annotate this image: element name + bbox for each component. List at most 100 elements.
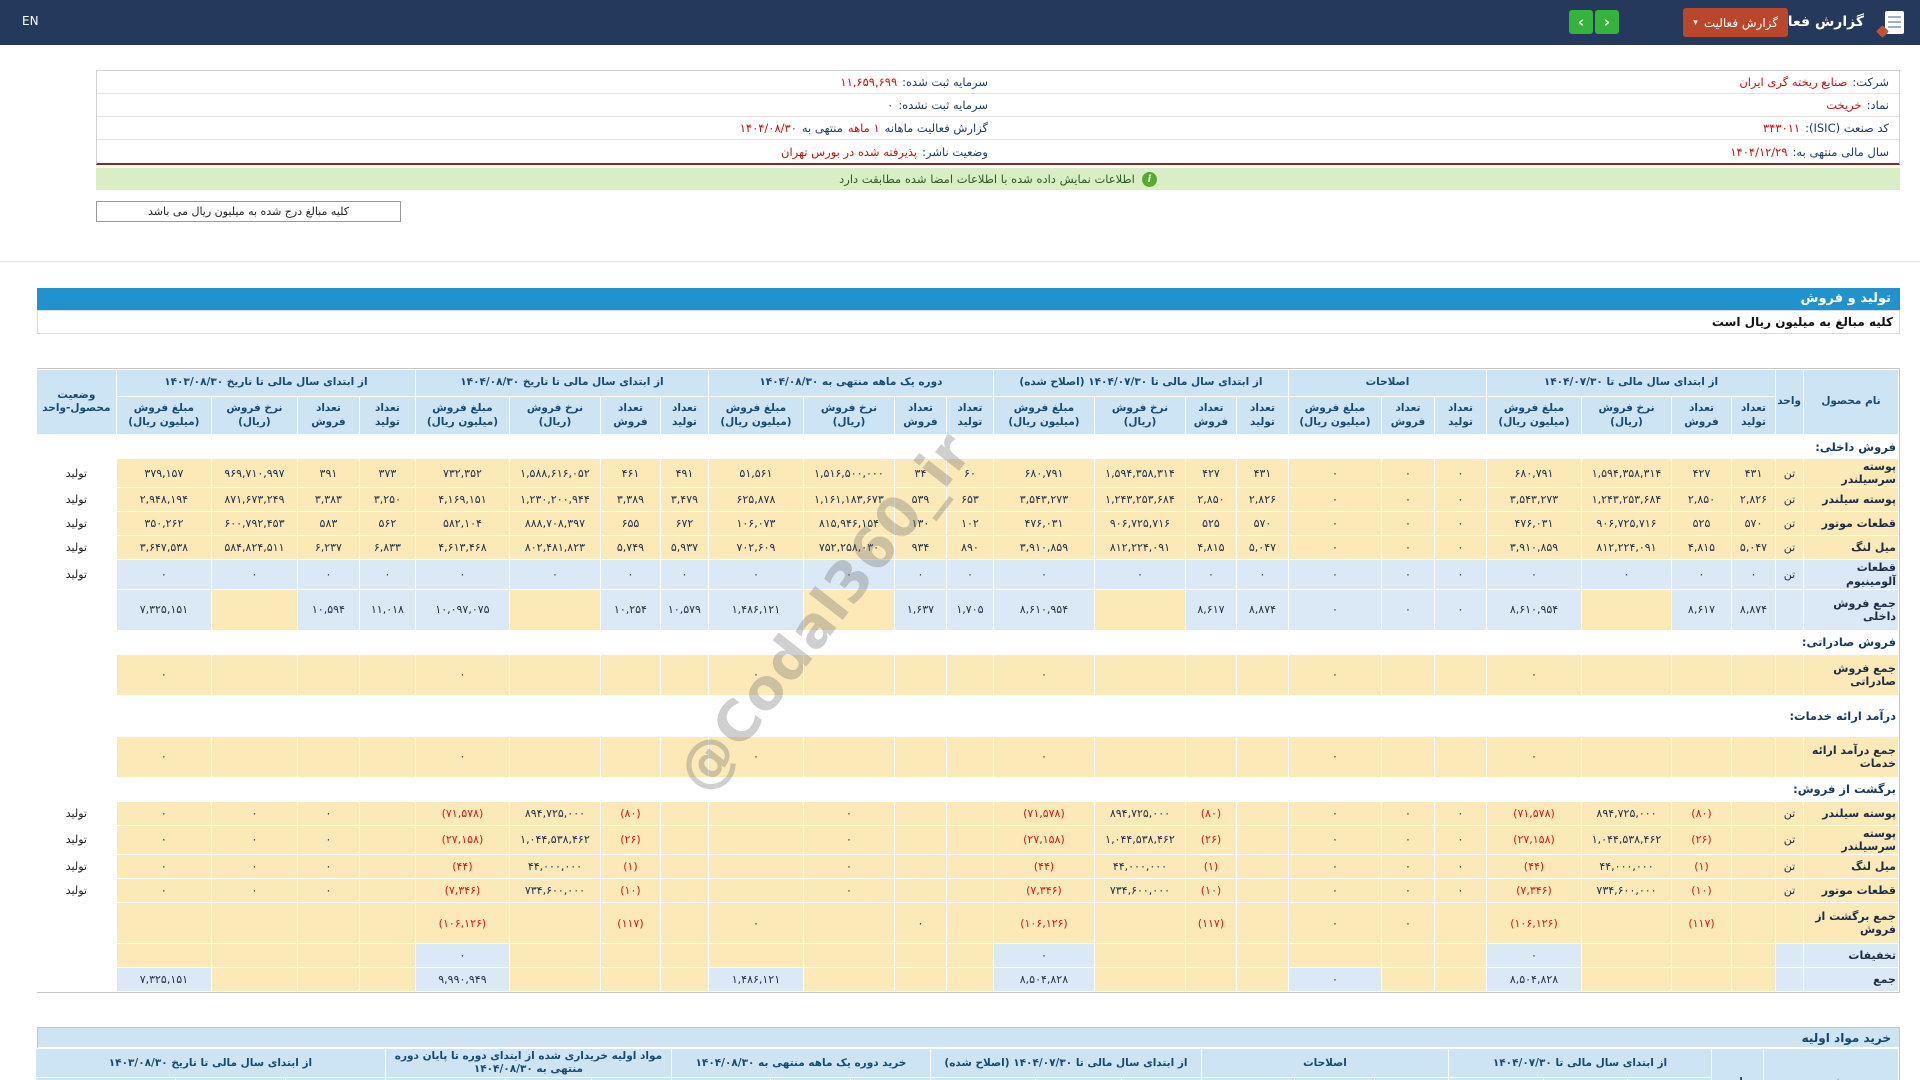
value-cell xyxy=(1582,944,1672,968)
value-cell xyxy=(1732,968,1776,992)
value-cell: ۰ xyxy=(1672,560,1732,589)
value-cell xyxy=(946,736,993,777)
status-cell: تولید xyxy=(36,488,116,512)
section-label: فروش داخلی: xyxy=(36,435,1898,459)
value-cell xyxy=(1236,736,1288,777)
info-row: گزارش فعالیت ماهانه۱ ماههمنتهی به۱۴۰۴/۰۸… xyxy=(97,117,998,140)
value-cell: ۵۸۲,۱۰۴ xyxy=(415,512,509,536)
value-cell: ۵۷۰ xyxy=(1236,512,1288,536)
raw-materials-table: شرحواحداز ابتدای سال مالی تا ۱۴۰۴/۰۷/۳۰ا… xyxy=(35,1048,1899,1080)
value-cell xyxy=(1582,968,1672,992)
value-cell: ۰ xyxy=(116,560,211,589)
value-cell xyxy=(116,944,211,968)
value-cell xyxy=(946,944,993,968)
value-cell: ۸,۸۷۴ xyxy=(1732,589,1776,630)
value-cell xyxy=(660,654,708,695)
value-cell xyxy=(1732,879,1776,903)
value-cell: (۲۷,۱۵۸) xyxy=(415,825,509,854)
value-cell xyxy=(359,801,415,825)
unit-cell xyxy=(1776,944,1804,968)
value-cell: ۴۲۷ xyxy=(1185,459,1236,488)
value-cell: (۱۰۶,۱۲۶) xyxy=(415,903,509,944)
product-name-cell: قطعات موتور xyxy=(1804,879,1899,903)
table-row: قطعات موتورتن(۱۰)۷۳۴,۶۰۰,۰۰۰(۷,۳۴۶)۰۰۰(۱… xyxy=(36,879,1898,903)
table-row: میل لنگتن۵,۰۴۷۴,۸۱۵۸۱۲,۲۲۴,۰۹۱۳,۹۱۰,۸۵۹۰… xyxy=(36,536,1898,560)
column-header: نرخ فروش (ریال) xyxy=(1094,397,1185,435)
unit-cell xyxy=(1776,968,1804,992)
language-toggle[interactable]: EN xyxy=(22,14,39,28)
value-cell: ۰ xyxy=(708,903,803,944)
value-cell: ۶۸۰,۷۹۱ xyxy=(1486,459,1581,488)
column-group-header: مواد اولیه خریداری شده از ابتدای دوره تا… xyxy=(385,1049,671,1078)
info-label: سرمایه ثبت نشده: xyxy=(898,98,988,112)
info-row: شرکت: صنایع ریخته گری ایران xyxy=(998,71,1899,94)
info-value: صنایع ریخته گری ایران xyxy=(1739,75,1847,89)
info-row: سرمایه ثبت شده:۱۱,۶۵۹,۶۹۹ xyxy=(97,71,998,94)
value-cell: ۰ xyxy=(1381,855,1434,879)
value-cell: ۰ xyxy=(1288,801,1381,825)
value-cell: ۰ xyxy=(600,560,660,589)
next-report-button[interactable]: › xyxy=(1595,10,1619,34)
value-cell xyxy=(297,654,359,695)
table-row: پوسته سرسیلندرتن۴۳۱۴۲۷۱,۵۹۴,۳۵۸,۳۱۴۶۸۰,۷… xyxy=(36,459,1898,488)
value-cell: ۰ xyxy=(1185,560,1236,589)
info-icon: i xyxy=(1142,172,1157,187)
value-cell: ۴۳۱ xyxy=(1236,459,1288,488)
value-cell: ۴,۸۱۵ xyxy=(1185,536,1236,560)
value-cell: ۲,۹۴۸,۱۹۴ xyxy=(116,488,211,512)
purchases-table-wrap: خرید مواد اولیه شرحواحداز ابتدای سال مال… xyxy=(37,1027,1900,1080)
info-col-left: سرمایه ثبت شده:۱۱,۶۵۹,۶۹۹ سرمایه ثبت نشده… xyxy=(97,71,998,163)
column-group-header: از ابتدای سال مالی تا تاریخ ۱۴۰۳/۰۸/۳۰ xyxy=(35,1049,385,1078)
value-cell: ۰ xyxy=(1381,459,1434,488)
value-cell: ۱۰,۲۵۴ xyxy=(600,589,660,630)
value-cell xyxy=(297,903,359,944)
value-cell: ۰ xyxy=(297,879,359,903)
unit-cell: تن xyxy=(1776,512,1804,536)
table-row: پوسته سرسیلندرتن(۲۶)۱,۰۴۴,۵۳۸,۴۶۲(۲۷,۱۵۸… xyxy=(36,825,1898,854)
table-row: تخفیفات۰۰۰ xyxy=(36,944,1898,968)
value-cell: ۶۵۳ xyxy=(946,488,993,512)
column-header: تعداد فروش xyxy=(894,397,946,435)
value-cell xyxy=(1381,736,1434,777)
value-cell xyxy=(359,968,415,992)
production-table-wrap: نام محصولواحداز ابتدای سال مالی تا ۱۴۰۴/… xyxy=(37,368,1900,993)
info-label: شرکت: xyxy=(1852,75,1889,89)
value-cell: ۳,۴۷۹ xyxy=(660,488,708,512)
report-type-dropdown[interactable]: گزارش فعالیت ▾ xyxy=(1683,8,1788,37)
info-label: گزارش فعالیت ماهانه xyxy=(885,121,988,135)
column-header: تعداد تولید xyxy=(1732,397,1776,435)
value-cell: ۸,۶۱۷ xyxy=(1185,589,1236,630)
value-cell xyxy=(1094,589,1185,630)
value-cell: ۱۱,۰۱۸ xyxy=(359,589,415,630)
report-print-icon[interactable] xyxy=(1878,9,1904,36)
value-cell: ۶۸۰,۷۹۱ xyxy=(993,459,1094,488)
value-cell: (۱۰) xyxy=(600,879,660,903)
value-cell: ۸,۵۰۴,۸۲۸ xyxy=(993,968,1094,992)
value-cell xyxy=(708,825,803,854)
value-cell: ۸,۶۱۰,۹۵۴ xyxy=(993,589,1094,630)
value-cell: ۰ xyxy=(359,560,415,589)
value-cell: ۰ xyxy=(1288,589,1381,630)
status-cell: تولید xyxy=(36,536,116,560)
value-cell xyxy=(509,903,600,944)
column-header: مبلغ فروش (میلیون ریال) xyxy=(1486,397,1581,435)
value-cell: ۰ xyxy=(116,855,211,879)
prev-report-button[interactable]: ‹ xyxy=(1569,10,1593,34)
product-name-cell: تخفیفات xyxy=(1804,944,1899,968)
value-cell xyxy=(359,825,415,854)
value-cell: ۲,۸۲۶ xyxy=(1236,488,1288,512)
value-cell xyxy=(1236,825,1288,854)
status-cell xyxy=(36,589,116,630)
value-cell: ۰ xyxy=(1434,488,1486,512)
status-cell xyxy=(36,903,116,944)
page: گزارش فعالیت ماهانه گزارش فعالیت ▾ ‹ › E… xyxy=(0,0,1920,1080)
value-cell: (۴۴) xyxy=(993,855,1094,879)
value-cell: (۸۰) xyxy=(1185,801,1236,825)
value-cell: ۰ xyxy=(708,736,803,777)
value-cell: ۸۰۲,۴۸۱,۸۲۳ xyxy=(509,536,600,560)
value-cell: (۸۰) xyxy=(1672,801,1732,825)
signature-confirmation-text: اطلاعات نمایش داده شده با اطلاعات امضا ش… xyxy=(839,172,1135,186)
value-cell: (۱۱۷) xyxy=(1185,903,1236,944)
value-cell: (۱۰) xyxy=(1672,879,1732,903)
section-row: درآمد ارائه خدمات: xyxy=(36,695,1898,736)
